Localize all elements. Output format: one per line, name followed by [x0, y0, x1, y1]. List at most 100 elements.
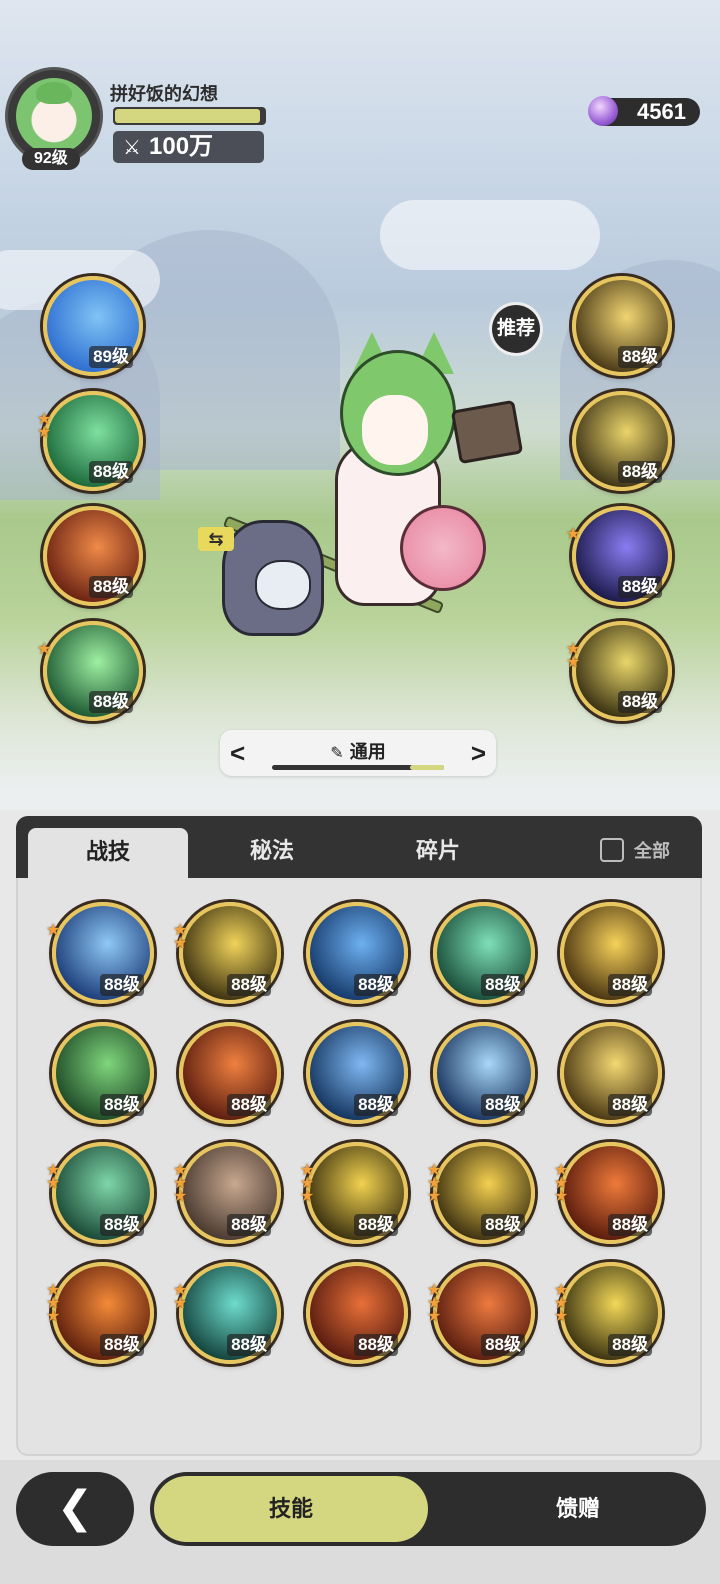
skill-level-label: 88级: [618, 461, 662, 483]
golden-arrow-skill[interactable]: 88级: [572, 391, 672, 491]
sword-cross-icon: ⚔: [123, 137, 141, 159]
star-icon: ★: [37, 641, 52, 658]
star-icon: ★: [173, 935, 188, 952]
show-all-label: 全部: [634, 841, 670, 861]
currency-display[interactable]: 4561: [588, 96, 700, 126]
avatar-portrait: [16, 78, 92, 154]
water-wave-skill[interactable]: 88级: [306, 902, 408, 1004]
preset-scroll-indicator: [272, 765, 444, 770]
skill-level-label: 88级: [481, 974, 525, 996]
skill-level-label: 88级: [100, 1094, 144, 1116]
preset-name-label: 通用: [349, 742, 386, 762]
arcane-clock-skill[interactable]: ★ 88级: [566, 506, 672, 606]
star-icon: ★: [554, 1188, 569, 1205]
ice-shatter-skill[interactable]: ★ 88级: [46, 902, 154, 1004]
exp-bar-fill: [115, 109, 260, 123]
recommend-button[interactable]: 推荐: [492, 305, 540, 353]
skill-level-label: 88级: [354, 1214, 398, 1236]
tab-secret-arts[interactable]: 秘法: [192, 816, 352, 878]
green-sphere-skill[interactable]: ★ ★ 88级: [37, 391, 143, 491]
star-icon: ★: [427, 1308, 442, 1325]
golden-sun-skill[interactable]: ★ ★ ★ 88级: [427, 1142, 535, 1244]
skill-level-label: 88级: [354, 1094, 398, 1116]
pet-face: [255, 560, 311, 610]
star-icon: ★: [46, 1175, 61, 1192]
fire-wave-skill[interactable]: ★ ★ ★ 88级: [427, 1262, 535, 1364]
golden-diamond-skill[interactable]: ★ ★ 88级: [173, 902, 281, 1004]
star-icon: ★: [554, 1308, 569, 1325]
ice-crystal-skill[interactable]: 88级: [306, 1022, 408, 1124]
skill-level-label: 88级: [89, 576, 133, 598]
skill-level-label: 88级: [481, 1214, 525, 1236]
skill-level-label: 88级: [100, 1214, 144, 1236]
golden-explosion-skill[interactable]: 88级: [560, 902, 662, 1004]
green-heal-skill[interactable]: 88级: [52, 1022, 154, 1124]
thorn-vine-skill[interactable]: ★ ★ 88级: [46, 1142, 154, 1244]
star-icon: ★: [427, 1188, 442, 1205]
star-icon: ★: [46, 1308, 61, 1325]
swap-pet-icon[interactable]: ⇆: [198, 527, 234, 551]
currency-value: 4561: [637, 99, 686, 124]
teal-whirlpool-skill[interactable]: ★ ★ 88级: [173, 1262, 281, 1364]
exp-bar: [113, 107, 266, 125]
skill-preset-selector: < ✎ 通用 >: [220, 730, 496, 776]
bottom-segment-control: 技能 馈赠: [150, 1472, 706, 1546]
skill-level-label: 88级: [481, 1094, 525, 1116]
skill-level-label: 88级: [100, 1334, 144, 1356]
jade-wind-skill[interactable]: 88级: [433, 902, 535, 1004]
star-icon: ★: [300, 1188, 315, 1205]
checkbox[interactable]: [600, 838, 624, 862]
skill-level-label: 88级: [618, 576, 662, 598]
skills-tab-button[interactable]: 技能: [154, 1476, 428, 1542]
skill-level-label: 88级: [227, 974, 271, 996]
show-all-toggle[interactable]: 全部: [600, 838, 670, 864]
lotus-flower: [400, 505, 486, 591]
combat-power-value: 100万: [149, 133, 214, 160]
gifts-tab-button[interactable]: 馈赠: [450, 1472, 706, 1546]
preset-name: ✎ 通用: [220, 738, 496, 764]
star-icon: ★: [37, 424, 52, 441]
golden-cat-skill[interactable]: ★ ★ ★ 88级: [554, 1262, 662, 1364]
skill-level-label: 88级: [354, 1334, 398, 1356]
skill-level-label: 88级: [227, 1214, 271, 1236]
character-face: [362, 395, 428, 465]
skill-level-label: 89级: [89, 346, 133, 368]
golden-burst-skill[interactable]: 88级: [572, 276, 672, 376]
skill-level-label: 88级: [618, 346, 662, 368]
flame-burst-skill[interactable]: ★ ★ ★ 88级: [46, 1262, 154, 1364]
golden-lightning-skill[interactable]: ★ ★ ★ 88级: [300, 1142, 408, 1244]
skill-level-label: 88级: [354, 974, 398, 996]
fire-meteor-skill[interactable]: 88级: [43, 506, 143, 606]
chevron-right-icon[interactable]: >: [471, 738, 486, 768]
skill-level-label: 88级: [608, 1214, 652, 1236]
fire-orb-skill[interactable]: 88级: [179, 1022, 281, 1124]
skill-level-label: 88级: [227, 1094, 271, 1116]
skill-level-label: 88级: [100, 974, 144, 996]
tab-combat-skills[interactable]: 战技: [28, 828, 188, 878]
purple-gem-icon: [588, 96, 618, 126]
skill-level-label: 88级: [608, 1334, 652, 1356]
blue-vortex-skill[interactable]: 89级: [43, 276, 143, 376]
preset-scroll-thumb: [410, 765, 444, 770]
fire-spiral-skill[interactable]: ★ ★ ★ 88级: [554, 1142, 662, 1244]
skill-level-label: 88级: [89, 461, 133, 483]
star-icon: ★: [566, 526, 581, 543]
skill-level-label: 88级: [89, 691, 133, 713]
spell-book-icon: [450, 399, 524, 465]
fire-ring-skill[interactable]: 88级: [306, 1262, 408, 1364]
combat-power: ⚔ 100万: [113, 131, 264, 163]
green-wind-skill[interactable]: ★ 88级: [37, 621, 143, 721]
back-arrow-icon: ❮: [56, 1483, 94, 1532]
pencil-icon[interactable]: ✎: [330, 743, 343, 763]
stone-card-skill[interactable]: ★ ★ ★ 88级: [173, 1142, 281, 1244]
skill-level-label: 88级: [227, 1334, 271, 1356]
skill-level-label: 88级: [481, 1334, 525, 1356]
star-icon: ★: [46, 922, 61, 939]
golden-star-skill[interactable]: 88级: [560, 1022, 662, 1124]
star-icon: ★: [173, 1188, 188, 1205]
skill-level-label: 88级: [608, 1094, 652, 1116]
tab-fragments[interactable]: 碎片: [358, 816, 518, 878]
ice-spikes-skill[interactable]: 88级: [433, 1022, 535, 1124]
back-button[interactable]: ❮: [16, 1472, 134, 1546]
golden-spirit-skill[interactable]: ★ ★ 88级: [566, 621, 672, 721]
